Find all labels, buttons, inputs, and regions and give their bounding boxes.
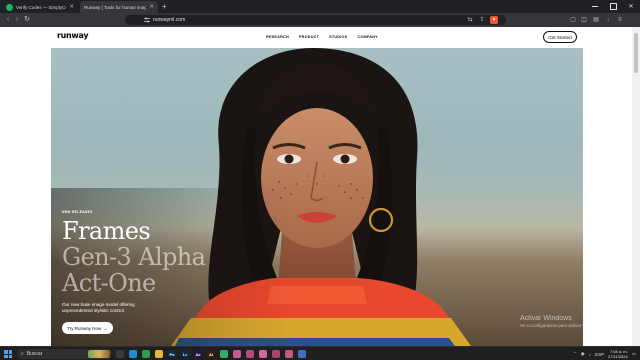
edge-icon[interactable]	[129, 350, 137, 358]
watermark-title: Activar Windows	[520, 315, 572, 322]
tab-verify-codes[interactable]: Verify Codes — SimplyCodes ✕	[2, 1, 78, 13]
headline-act-one[interactable]: Act-One	[62, 270, 156, 296]
taskbar-search[interactable]: ⌕ Buscar	[17, 349, 112, 359]
arrow-right-icon: →	[103, 325, 108, 331]
language-indicator[interactable]: ESP	[595, 352, 604, 357]
wallet-icon[interactable]: ▤	[592, 16, 600, 24]
new-releases-label: NEW RELEASES	[62, 210, 93, 214]
main-nav: RESEARCH PRODUCT STUDIOS COMPANY	[266, 35, 378, 39]
maximize-icon[interactable]	[604, 0, 622, 13]
url-text[interactable]: runwayml.com	[153, 16, 185, 24]
minimize-icon[interactable]	[586, 0, 604, 13]
search-icon: ⌕	[21, 351, 24, 357]
close-tab-icon[interactable]: ✕	[69, 4, 74, 10]
tab-runway[interactable]: Runway | Tools for human imagination ✕	[80, 1, 158, 34]
window-controls: ✕	[586, 0, 640, 13]
page-scrollbar[interactable]	[632, 27, 640, 346]
browser-toolbar: ‹ › ↻ runwayml.com ⇆ ⇪ ▼ ▢ ◫ ▤ ↓ ≡	[0, 13, 640, 27]
site-settings-icon[interactable]	[144, 17, 150, 23]
network-icon[interactable]: ◉	[581, 351, 585, 357]
lightroom-icon[interactable]: Lr	[181, 350, 189, 358]
menu-icon[interactable]: ≡	[616, 16, 624, 24]
chrome-icon[interactable]	[142, 350, 150, 358]
taskbar-apps: Ps Lr Ae Ai	[116, 350, 306, 358]
search-placeholder: Buscar	[26, 351, 43, 357]
scrollbar-thumb[interactable]	[634, 33, 638, 73]
forward-icon[interactable]: ›	[12, 15, 22, 25]
task-view-icon[interactable]	[116, 350, 124, 358]
brave-shields-icon[interactable]: ▼	[490, 16, 498, 24]
windows-start-icon[interactable]	[4, 350, 12, 358]
simplycodes-favicon-icon	[6, 3, 13, 11]
clock-date: 27/11/2024	[608, 354, 628, 359]
close-window-icon[interactable]: ✕	[622, 0, 640, 13]
system-tray: ⌃ ◉ ♪ ESP 7:08 a. m. 27/11/2024 ▭	[573, 348, 636, 360]
app-blue-icon[interactable]	[298, 350, 306, 358]
headline-frames[interactable]: Frames	[62, 218, 151, 244]
volume-icon[interactable]: ♪	[589, 352, 591, 357]
browser-tab-strip: Verify Codes — SimplyCodes ✕ Runway | To…	[0, 0, 640, 34]
show-hidden-icons-icon[interactable]: ⌃	[573, 351, 577, 357]
sidebar-icon[interactable]: ▢	[569, 16, 577, 24]
hero-description: Our new base image model offering unprec…	[62, 302, 135, 313]
app-pink-5-icon[interactable]	[285, 350, 293, 358]
new-tab-icon[interactable]: +	[162, 2, 167, 11]
extensions-icon[interactable]: ◫	[580, 16, 588, 24]
try-runway-button[interactable]: Try Runway Now →	[62, 322, 113, 334]
photoshop-icon[interactable]: Ps	[168, 350, 176, 358]
search-highlight-image	[88, 350, 110, 358]
close-tab-icon[interactable]: ✕	[149, 4, 154, 10]
file-explorer-icon[interactable]	[155, 350, 163, 358]
taskbar-clock[interactable]: 7:08 a. m. 27/11/2024	[608, 349, 628, 359]
tab-title: Runway | Tools for human imagination	[84, 4, 147, 10]
app-pink-3-icon[interactable]	[259, 350, 267, 358]
illustrator-icon[interactable]: Ai	[207, 350, 215, 358]
app-green-icon[interactable]	[220, 350, 228, 358]
tab-title: Verify Codes — SimplyCodes	[16, 4, 66, 10]
nav-research[interactable]: RESEARCH	[266, 35, 289, 39]
nav-product[interactable]: PRODUCT	[299, 35, 319, 39]
headline-gen3-alpha[interactable]: Gen-3 Alpha	[62, 244, 206, 270]
translate-icon[interactable]: ⇆	[466, 16, 474, 24]
download-icon[interactable]: ↓	[604, 16, 612, 24]
app-pink-2-icon[interactable]	[246, 350, 254, 358]
nav-studios[interactable]: STUDIOS	[329, 35, 347, 39]
after-effects-icon[interactable]: Ae	[194, 350, 202, 358]
get-started-button[interactable]: Get Started	[543, 31, 577, 43]
app-pink-4-icon[interactable]	[272, 350, 280, 358]
hero-banner: NEW RELEASES Frames Gen-3 Alpha Act-One …	[51, 48, 583, 346]
windows-taskbar: ⌕ Buscar Ps Lr Ae Ai ⌃ ◉ ♪ ESP 7:08 a. m. 2…	[0, 346, 640, 360]
activate-windows-watermark: Activar Windows Ve a Configuración para …	[520, 315, 602, 328]
nav-company[interactable]: COMPANY	[357, 35, 378, 39]
try-runway-label: Try Runway Now	[67, 325, 102, 331]
app-pink-1-icon[interactable]	[233, 350, 241, 358]
runway-logo[interactable]: runway	[57, 31, 89, 40]
share-icon[interactable]: ⇪	[478, 16, 486, 24]
watermark-subtitle: Ve a Configuración para activar Windows.	[520, 323, 602, 328]
reload-icon[interactable]: ↻	[22, 15, 32, 25]
notifications-icon[interactable]: ▭	[632, 351, 636, 357]
web-page: runway RESEARCH PRODUCT STUDIOS COMPANY …	[0, 27, 632, 346]
